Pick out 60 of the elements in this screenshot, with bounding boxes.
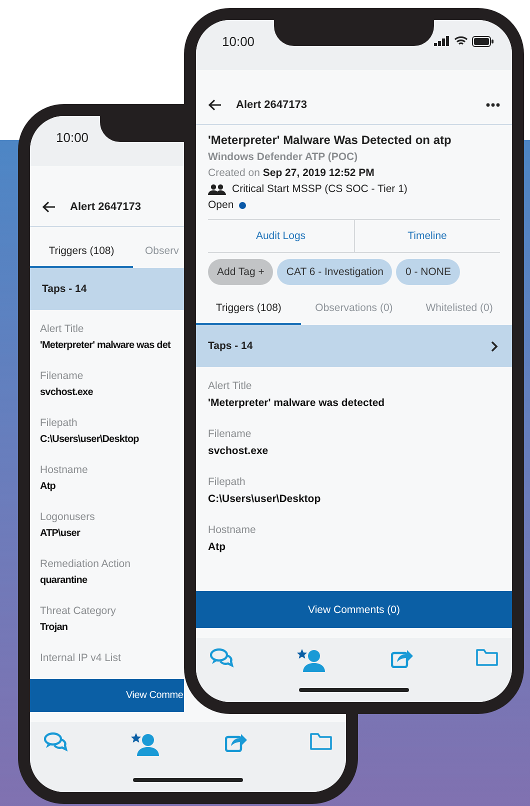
field-label: Filepath	[40, 417, 78, 429]
user-star-icon[interactable]	[297, 648, 328, 672]
alert-heading: 'Meterpreter' Malware Was Detected on atp	[208, 133, 452, 147]
wifi-icon	[454, 36, 468, 46]
created-date: Created on Sep 27, 2019 12:52 PM	[208, 167, 376, 179]
view-comments-button[interactable]: View Comme	[30, 679, 184, 712]
field-value: Atp	[208, 541, 226, 553]
field-value: C:\Users\user\Desktop	[40, 434, 139, 445]
field-label: Hostname	[208, 524, 256, 536]
field-label: Remediation Action	[40, 558, 130, 570]
field-value: Atp	[40, 481, 56, 492]
signal-icon	[434, 36, 450, 46]
field-value: C:\Users\user\Desktop	[208, 493, 321, 505]
team-name: Critical Start MSSP (CS SOC - Tier 1)	[232, 183, 408, 195]
chevron-right-icon	[491, 340, 498, 352]
screen-title: Alert 2647173	[236, 99, 307, 111]
field-value: svchost.exe	[208, 445, 268, 457]
field-value: quarantine	[40, 575, 88, 586]
tag-chip[interactable]: 0 - NONE	[396, 259, 460, 285]
field-value: 'Meterpreter' malware was detected	[208, 397, 385, 409]
chat-icon[interactable]	[210, 648, 234, 668]
chat-icon[interactable]	[44, 732, 68, 752]
screen-title: Alert 2647173	[70, 201, 141, 213]
battery-icon	[472, 36, 494, 46]
field-value: 'Meterpreter' malware was det	[40, 340, 170, 351]
share-icon[interactable]	[390, 648, 413, 668]
field-value: svchost.exe	[40, 387, 93, 398]
status-label: Open	[208, 199, 234, 211]
group-header[interactable]: Taps - 14	[196, 325, 512, 367]
view-comments-button[interactable]: View Comments (0)	[196, 591, 512, 628]
group-icon	[208, 184, 226, 194]
status-dot	[238, 202, 246, 208]
user-star-icon[interactable]	[131, 732, 162, 756]
group-label: Taps - 14	[208, 340, 253, 352]
back-arrow-icon[interactable]	[208, 99, 222, 111]
back-arrow-icon[interactable]	[42, 201, 56, 213]
folder-icon[interactable]	[310, 732, 332, 750]
group-header[interactable]: Taps - 14	[30, 268, 184, 310]
field-label: Threat Category	[40, 605, 116, 617]
field-label: Logonusers	[40, 511, 95, 523]
field-label: Alert Title	[208, 380, 252, 392]
field-label: Internal IP v4 List	[40, 652, 121, 664]
field-value: ATP\user	[40, 528, 80, 539]
field-label: Filename	[208, 428, 252, 440]
field-label: Filename	[40, 370, 84, 382]
status-time: 10:00	[56, 130, 89, 144]
action-link[interactable]: Timeline	[354, 220, 500, 252]
folder-icon[interactable]	[476, 648, 498, 666]
more-icon[interactable]	[486, 103, 500, 107]
field-value: Trojan	[40, 622, 68, 633]
action-link[interactable]: Audit Logs	[208, 220, 354, 252]
share-icon[interactable]	[224, 732, 247, 752]
add-tag-button[interactable]: Add Tag +	[208, 259, 274, 285]
alert-source: Windows Defender ATP (POC)	[208, 151, 359, 163]
field-label: Alert Title	[40, 323, 84, 335]
field-label: Filepath	[208, 476, 246, 488]
field-label: Hostname	[40, 464, 88, 476]
group-label: Taps - 14	[42, 283, 87, 295]
status-time: 10:00	[222, 34, 255, 48]
tag-chip[interactable]: CAT 6 - Investigation	[277, 259, 392, 285]
